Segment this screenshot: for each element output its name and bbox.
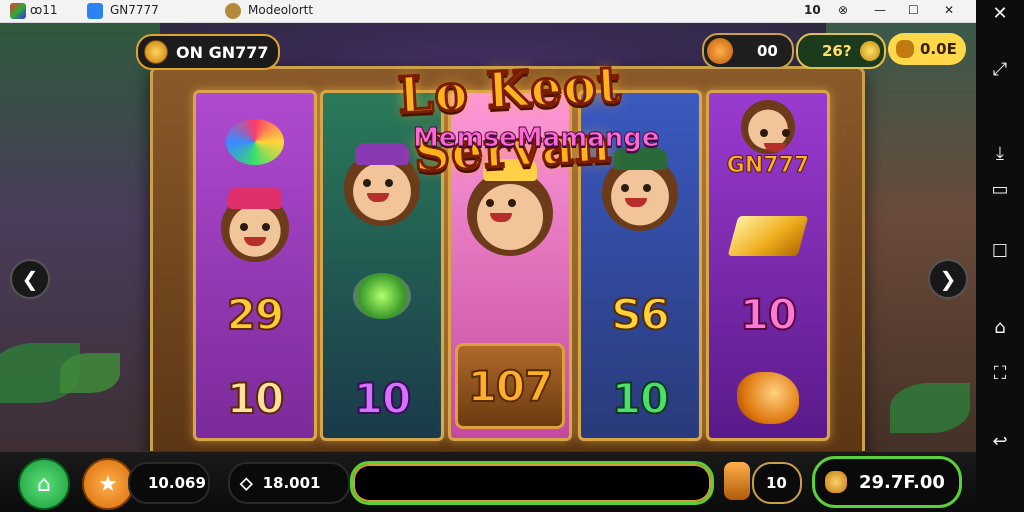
back-icon[interactable]: ↩ (988, 430, 1012, 452)
currency-pill-a[interactable]: 00 (702, 33, 794, 69)
number-symbol: 10 (323, 355, 441, 438)
number-symbol: S6 (581, 271, 699, 357)
tab-icon-2 (87, 3, 103, 19)
pill-b-value: 26? (822, 42, 852, 60)
reel-1[interactable]: 29 10 (193, 90, 317, 441)
money-bag-icon (825, 471, 847, 493)
game-canvas[interactable]: 29 10 10 107 S6 10 GN777 10 Lo Keot Serv… (0, 23, 976, 512)
symbol-value: 10 (611, 373, 670, 424)
number-symbol: 107 (451, 341, 569, 431)
number-symbol: 10 (581, 355, 699, 438)
currency-pill-c[interactable]: 0.0E (888, 33, 966, 65)
tab-icon-3 (225, 3, 241, 19)
symbol-value: 107 (467, 361, 555, 412)
status-icon-2[interactable]: ⊗ (838, 3, 848, 17)
balance-value: 10.069 (148, 474, 206, 492)
bet-value: 18.001 (262, 474, 321, 492)
lines-display[interactable]: 10 (752, 462, 802, 504)
currency-pill-b[interactable]: 26? (796, 33, 886, 69)
king-character-icon (344, 143, 420, 226)
logo-symbol: GN777 (709, 145, 827, 185)
diamond-icon: ⬦ (240, 472, 253, 494)
number-symbol: 29 (196, 271, 314, 357)
symbol-value: 10 (739, 289, 798, 340)
gem-icon (353, 273, 411, 319)
brand-label: ON GN777 (176, 42, 269, 62)
home-button[interactable]: ⌂ (18, 458, 70, 510)
animal-symbol (709, 355, 827, 438)
screen-icon[interactable]: ▭ (988, 178, 1012, 200)
tab-label-3[interactable]: Modeolortt (248, 3, 313, 17)
gem-symbol (196, 99, 314, 185)
close-button[interactable]: ✕ (944, 3, 954, 17)
shake-icon[interactable]: ⛶ (988, 362, 1012, 384)
minimize-button[interactable]: — (874, 3, 886, 17)
emulator-sidebar: ✕ ⤢ ⤓ ▭ ☐ ⌂ ⛶ ↩ (976, 0, 1024, 512)
download-icon[interactable]: ⤓ (988, 142, 1012, 164)
win-value: 29.7F.00 (859, 471, 945, 493)
leaf-decoration (890, 383, 970, 433)
tab-bar: ꝏ11 GN7777 Modeolortt 10 ⊗ — ☐ ✕ (0, 0, 976, 23)
game-subtitle: MemseMamange (413, 123, 661, 154)
bag-icon (896, 40, 914, 58)
coin-icon (707, 38, 733, 64)
next-arrow-button[interactable]: ❯ (928, 259, 968, 299)
tab-label-1[interactable]: ꝏ11 (30, 3, 58, 17)
gold-bar-icon (727, 216, 809, 256)
home-icon[interactable]: ⌂ (988, 316, 1012, 338)
reel-5[interactable]: GN777 10 (706, 90, 830, 441)
bottom-control-bar: ⌂ ★ 10.069 ⬦ 18.001 10 29.7F.00 (0, 451, 976, 512)
lion-icon (737, 372, 799, 424)
win-display: 29.7F.00 (812, 456, 962, 508)
man-character-icon (602, 148, 678, 231)
lines-value: 10 (766, 474, 787, 492)
close-icon[interactable]: ✕ (988, 2, 1012, 24)
previous-arrow-button[interactable]: ❮ (10, 259, 50, 299)
symbol-value: 10 (353, 373, 412, 424)
bonus-button[interactable]: ★ (82, 458, 134, 510)
pill-a-value: 00 (757, 42, 778, 60)
balance-display: 10.069 (128, 462, 210, 504)
gem-symbol (323, 253, 441, 339)
symbol-value: 29 (226, 289, 285, 340)
app-icon (10, 3, 26, 19)
expand-icon[interactable]: ⤢ (988, 58, 1012, 80)
spin-progress-bar (350, 461, 714, 505)
symbol-value: 10 (226, 373, 285, 424)
queen-character-icon (467, 159, 553, 256)
number-tile: 107 (455, 343, 565, 429)
status-icon-1[interactable]: 10 (804, 3, 821, 17)
coin-icon (144, 40, 168, 64)
coin-icon (859, 41, 880, 61)
pill-c-value: 0.0E (920, 40, 957, 58)
leaf-decoration (60, 353, 120, 393)
symbol-value: S6 (610, 289, 671, 340)
tab-label-2[interactable]: GN7777 (110, 3, 159, 17)
number-symbol: 10 (709, 271, 827, 357)
lines-icon (724, 462, 750, 500)
symbol-logo-text: GN777 (726, 152, 810, 178)
square-icon[interactable]: ☐ (988, 240, 1012, 262)
bet-display[interactable]: ⬦ 18.001 (228, 462, 350, 504)
girl-character-icon (221, 187, 289, 262)
maximize-button[interactable]: ☐ (908, 3, 919, 17)
gem-icon (226, 119, 284, 165)
brand-badge[interactable]: ON GN777 (136, 34, 280, 70)
character-symbol (196, 185, 314, 271)
gold-bar-symbol (709, 193, 827, 279)
number-symbol: 10 (196, 355, 314, 438)
